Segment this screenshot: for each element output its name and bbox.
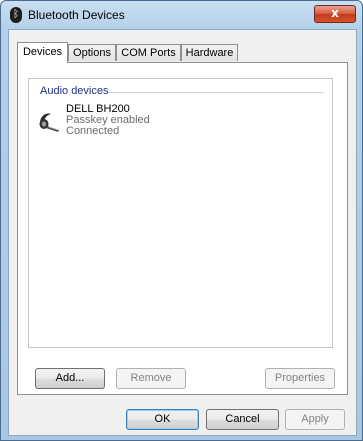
title-bar[interactable]: ᛒ Bluetooth Devices x xyxy=(1,1,362,29)
tab-hardware[interactable]: Hardware xyxy=(181,44,238,61)
group-header-audio-devices: Audio devices xyxy=(40,85,109,97)
properties-button[interactable]: Properties xyxy=(265,368,335,389)
cancel-button[interactable]: Cancel xyxy=(206,409,279,430)
bluetooth-icon: ᛒ xyxy=(10,7,22,23)
dialog-client-area: Devices Options COM Ports Hardware Audio… xyxy=(8,29,357,436)
device-list[interactable]: Audio devices DELL BH200 Passkey enabled… xyxy=(28,78,333,348)
remove-button[interactable]: Remove xyxy=(116,368,186,389)
bluetooth-devices-window: ᛒ Bluetooth Devices x Devices Options CO… xyxy=(0,0,363,441)
ok-button[interactable]: OK xyxy=(126,409,199,430)
device-item[interactable]: DELL BH200 Passkey enabled Connected xyxy=(37,103,237,147)
tab-com-ports[interactable]: COM Ports xyxy=(116,44,181,61)
headset-icon xyxy=(39,113,59,132)
apply-button[interactable]: Apply xyxy=(285,409,345,430)
device-connection-status: Connected xyxy=(66,125,120,137)
close-button[interactable]: x xyxy=(314,5,356,23)
tab-options[interactable]: Options xyxy=(68,44,116,61)
group-header-divider xyxy=(109,92,324,93)
add-button[interactable]: Add... xyxy=(35,368,105,389)
tab-devices[interactable]: Devices xyxy=(17,42,68,63)
window-title: Bluetooth Devices xyxy=(28,8,125,22)
